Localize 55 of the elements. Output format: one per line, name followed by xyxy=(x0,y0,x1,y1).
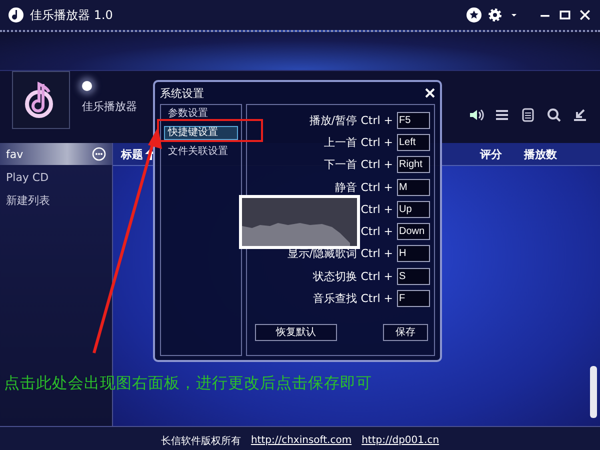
save-button[interactable]: 保存 xyxy=(383,324,428,341)
more-icon[interactable] xyxy=(92,147,106,161)
website-link[interactable]: http://chxinsoft.com xyxy=(250,435,352,446)
playlist-item[interactable]: 新建列表 xyxy=(0,189,112,211)
shortcut-key-field[interactable]: Left xyxy=(397,134,430,151)
caret-icon[interactable] xyxy=(510,11,518,19)
restore-defaults-button[interactable]: 恢复默认 xyxy=(255,324,337,341)
modifier-label: Ctrl + xyxy=(360,292,393,306)
annotation-text: 点击此处会出现图右面板，进行更改后点击保存即可 xyxy=(4,373,372,394)
volume-icon[interactable] xyxy=(468,107,484,123)
shortcut-label: 播放/暂停 xyxy=(309,114,357,127)
playlist-item[interactable]: fav xyxy=(0,143,112,165)
dialog-title: 系统设置 xyxy=(160,86,204,100)
shortcut-label: 静音 xyxy=(335,180,357,194)
close-icon[interactable] xyxy=(578,8,592,22)
close-icon[interactable] xyxy=(425,88,435,98)
modifier-label: Ctrl + xyxy=(360,158,393,172)
shortcut-key-field[interactable]: H xyxy=(397,245,430,262)
shortcut-key-field[interactable]: F5 xyxy=(397,112,430,129)
settings-nav-item[interactable]: 快捷键设置 xyxy=(164,126,238,140)
shortcut-key-field[interactable]: M xyxy=(397,178,430,196)
scrollbar-thumb[interactable] xyxy=(590,366,597,418)
shortcut-key-field[interactable]: F xyxy=(397,290,430,308)
modifier-label: Ctrl + xyxy=(360,270,393,283)
playlist-item[interactable]: Play CD xyxy=(0,166,112,188)
search-icon[interactable] xyxy=(546,107,562,123)
modifier-label: Ctrl + xyxy=(360,114,393,127)
copyright-text: 长信软件版权所有 xyxy=(160,434,241,448)
document-icon[interactable] xyxy=(520,107,536,123)
settings-nav-item[interactable]: 文件关联设置 xyxy=(164,145,238,159)
shortcut-key-field[interactable]: Down xyxy=(397,223,430,240)
modifier-label: Ctrl + xyxy=(360,180,393,194)
website-link[interactable]: http://dp001.cn xyxy=(362,435,440,446)
shortcut-key-field[interactable]: S xyxy=(397,268,430,285)
progress-knob[interactable] xyxy=(82,81,92,91)
download-arrow-icon[interactable] xyxy=(572,107,588,123)
shortcut-label: 音乐查找 xyxy=(313,292,357,306)
settings-icon[interactable] xyxy=(488,7,504,23)
shortcut-label: 上一首 xyxy=(324,136,357,149)
column-header[interactable]: 评分 xyxy=(476,146,502,162)
maximize-icon[interactable] xyxy=(558,8,572,22)
modifier-label: Ctrl + xyxy=(360,225,393,238)
shortcut-key-field[interactable]: Up xyxy=(397,200,430,218)
modifier-label: Ctrl + xyxy=(360,247,393,260)
column-header[interactable]: 播放数 xyxy=(520,146,557,162)
window-title: 佳乐播放器 1.0 xyxy=(30,6,113,24)
modifier-label: Ctrl + xyxy=(360,136,393,149)
list-icon[interactable] xyxy=(494,107,510,123)
shortcut-key-field[interactable]: Right xyxy=(397,156,430,174)
music-note-logo-icon xyxy=(8,7,24,23)
settings-nav-item[interactable]: 参数设置 xyxy=(164,107,238,121)
track-name: 佳乐播放器 xyxy=(82,99,137,114)
shortcut-label: 下一首 xyxy=(324,158,357,172)
shortcut-label: 状态切换 xyxy=(313,270,357,283)
modifier-label: Ctrl + xyxy=(360,202,393,216)
